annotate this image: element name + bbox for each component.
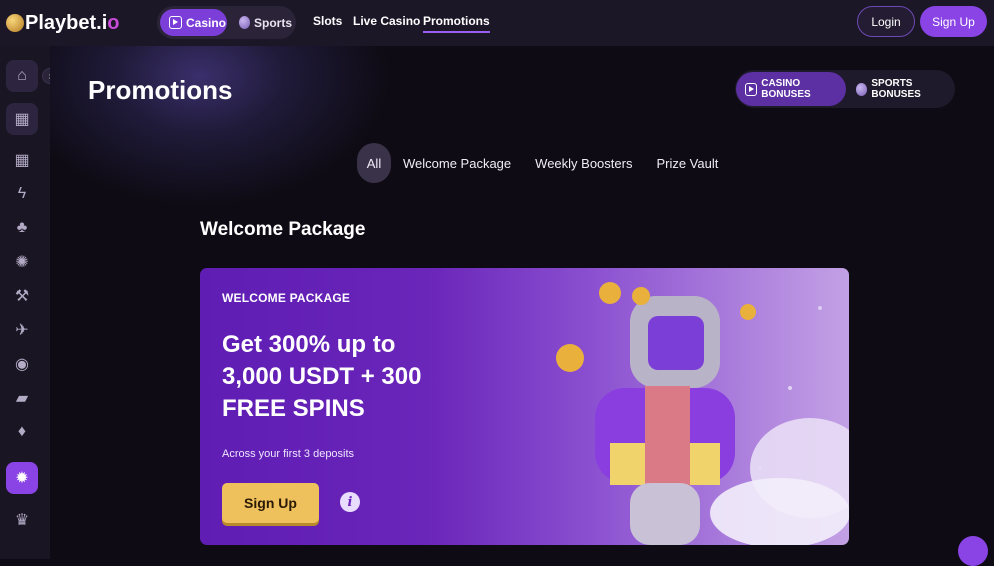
cherries-icon: ♣ — [16, 219, 28, 236]
lightning-icon: ϟ — [17, 185, 27, 202]
trophy-icon: ♛ — [14, 512, 30, 529]
shovels-icon: ⚒ — [14, 288, 30, 305]
logo-ball-icon — [6, 14, 24, 32]
casino-sports-toggle: Casino Sports — [157, 6, 296, 39]
play-icon — [745, 82, 758, 96]
tab-casino-bonuses-label: CASINO BONUSES — [761, 78, 811, 100]
promotions-icon: ✹ — [15, 470, 29, 487]
plane-icon: ✈ — [15, 322, 29, 339]
toggle-sports[interactable]: Sports — [234, 9, 292, 36]
nav-promotions[interactable]: Promotions — [423, 14, 490, 33]
login-button[interactable]: Login — [857, 6, 915, 37]
sidebar-item-games[interactable]: ▦ — [6, 144, 38, 176]
section-title: Welcome Package — [200, 219, 366, 240]
sidebar-item-live[interactable]: ◉ — [6, 348, 38, 380]
nav-live-casino[interactable]: Live Casino — [353, 14, 420, 28]
ball-icon — [239, 16, 250, 29]
slot-machine-icon: ▦ — [14, 111, 30, 128]
sidebar-item-roulette[interactable]: ✺ — [6, 246, 38, 278]
banner-headline-line-3: FREE SPINS — [222, 395, 365, 422]
banner-headline-line-2: 3,000 USDT + 300 — [222, 363, 422, 390]
filter-welcome-package[interactable]: Welcome Package — [391, 143, 523, 183]
home-icon: ⌂ — [17, 67, 27, 84]
sidebar: ⌂ ▦ ▦ ϟ ♣ ✺ ⚒ ✈ ◉ ▰ ♦ ✹ ♛ — [0, 46, 50, 559]
bonus-tabs: CASINO BONUSES SPORTS BONUSES — [735, 70, 955, 108]
sidebar-item-crash[interactable]: ✈ — [6, 314, 38, 346]
page-title: Promotions — [88, 75, 233, 105]
sidebar-item-promotions[interactable]: ✹ — [6, 462, 38, 494]
banner-headline-line-1: Get 300% up to — [222, 331, 396, 358]
toggle-casino-label: Casino — [186, 15, 227, 30]
banner-headline: Get 300% up to 3,000 USDT + 300 FREE SPI… — [222, 329, 482, 425]
live-broadcast-icon: ◉ — [15, 356, 29, 373]
main-content: Promotions CASINO BONUSES SPORTS BONUSES… — [50, 46, 994, 559]
tab-sports-bonuses-label: SPORTS BONUSES — [871, 78, 921, 100]
filter-all[interactable]: All — [357, 143, 391, 183]
sidebar-item-classic[interactable]: ♣ — [6, 212, 38, 244]
cards-icon: ▰ — [15, 390, 29, 407]
sidebar-item-tournaments[interactable]: ♛ — [6, 504, 38, 536]
filter-weekly-boosters[interactable]: Weekly Boosters — [523, 143, 644, 183]
nav-slots[interactable]: Slots — [313, 14, 342, 28]
banner-signup-button[interactable]: Sign Up — [222, 483, 319, 523]
ball-icon — [856, 82, 868, 96]
card-icon: ♦ — [17, 423, 27, 440]
logo-text: Playbet.i — [25, 11, 108, 34]
sidebar-item-mines[interactable]: ⚒ — [6, 280, 38, 312]
top-bar: Playbet.i o Casino Sports Slots Live Casi… — [0, 0, 994, 46]
sidebar-item-table[interactable]: ♦ — [6, 416, 38, 448]
toggle-sports-label: Sports — [253, 15, 292, 30]
play-icon — [169, 16, 182, 29]
toggle-casino[interactable]: Casino — [160, 9, 227, 36]
welcome-package-banner: WELCOME PACKAGE Get 300% up to 3,000 USD… — [200, 268, 849, 545]
tab-sports-bonuses[interactable]: SPORTS BONUSES — [853, 72, 953, 106]
logo-suffix: o — [107, 11, 120, 34]
banner-kicker: WELCOME PACKAGE — [222, 291, 351, 305]
filter-prize-vault[interactable]: Prize Vault — [644, 143, 730, 183]
tab-casino-bonuses[interactable]: CASINO BONUSES — [736, 72, 846, 106]
chat-launcher-button[interactable] — [958, 536, 988, 566]
sidebar-item-cards[interactable]: ▰ — [6, 382, 38, 414]
sidebar-item-fast[interactable]: ϟ — [6, 178, 38, 210]
sidebar-item-slots[interactable]: ▦ — [6, 103, 38, 135]
logo[interactable]: Playbet.i o — [6, 10, 119, 36]
info-icon[interactable]: i — [340, 492, 360, 512]
sidebar-item-home[interactable]: ⌂ — [6, 60, 38, 92]
signup-button[interactable]: Sign Up — [920, 6, 987, 37]
promo-filters: All Welcome Package Weekly Boosters Priz… — [357, 143, 730, 183]
grid-icon: ▦ — [14, 152, 30, 169]
roulette-icon: ✺ — [15, 254, 29, 271]
banner-subtext: Across your first 3 deposits — [222, 448, 355, 460]
